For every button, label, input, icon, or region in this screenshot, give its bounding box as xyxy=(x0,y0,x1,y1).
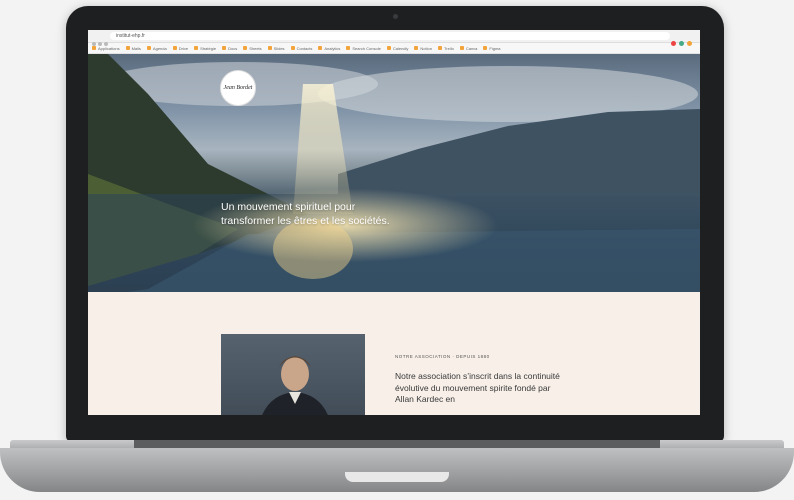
bookmark-label: Calendly xyxy=(392,45,409,51)
browser-toolbar: institut-ehp.fr xyxy=(88,30,700,46)
bookmark-label: Canva xyxy=(465,45,478,51)
portrait-image xyxy=(262,356,328,415)
bookmark-label: Mails xyxy=(131,45,141,51)
bookmark-label: Figma xyxy=(489,45,501,51)
bookmark-item[interactable]: Stratégie xyxy=(194,46,216,51)
bookmark-icon xyxy=(318,46,323,50)
bookmark-icon xyxy=(414,46,419,50)
bookmark-item[interactable]: Calendly xyxy=(386,45,409,51)
bookmark-item[interactable]: Search Console xyxy=(346,45,381,51)
webcam xyxy=(393,14,398,19)
bookmark-item[interactable]: Slides xyxy=(267,45,285,51)
bookmark-item[interactable]: Contacts xyxy=(290,45,313,51)
extension-icons[interactable] xyxy=(668,33,692,51)
window-controls[interactable] xyxy=(92,33,110,51)
bookmark-item[interactable]: Docs xyxy=(222,46,237,51)
bookmark-icon xyxy=(222,46,227,50)
section-paragraph: Notre association s’inscrit dans la cont… xyxy=(395,371,560,404)
hero-landscape xyxy=(88,54,700,292)
bookmark-item[interactable]: Trello xyxy=(437,45,454,51)
bookmark-icon xyxy=(483,46,488,50)
bookmark-icon xyxy=(267,46,272,50)
intro-section: NOTRE ASSOCIATION · DEPUIS 1880 Notre as… xyxy=(88,292,700,415)
bookmark-icon xyxy=(194,46,199,50)
address-bar[interactable]: institut-ehp.fr xyxy=(110,32,670,40)
bookmark-item[interactable]: Agenda xyxy=(146,45,167,51)
bookmark-icon xyxy=(125,46,130,50)
laptop-base xyxy=(0,448,794,492)
bookmark-icon xyxy=(459,46,464,50)
bookmark-label: Analytics xyxy=(324,45,341,51)
bookmark-label: Trello xyxy=(443,45,454,51)
bookmark-icon xyxy=(386,46,391,50)
bookmark-item[interactable]: Analytics xyxy=(318,46,340,51)
screen: institut-ehp.fr Applications Mails Agenda D… xyxy=(88,30,700,415)
bookmark-label: Search Console xyxy=(352,45,381,51)
bookmark-label: Drive xyxy=(178,45,189,51)
bookmark-item[interactable]: Drive xyxy=(172,45,189,51)
bookmark-item[interactable]: Figma xyxy=(483,45,501,51)
bookmark-icon xyxy=(146,46,151,50)
bookmarks-bar: Applications Mails Agenda Drive Stratégie Doc… xyxy=(88,43,700,54)
hero-headline: Un mouvement spirituel pour transformer … xyxy=(221,201,390,227)
bookmark-item[interactable]: Notion xyxy=(414,46,432,51)
bookmark-label: Slides xyxy=(273,45,285,51)
bookmark-icon xyxy=(172,46,177,50)
bookmark-icon xyxy=(243,46,248,50)
bookmark-label: Notion xyxy=(420,45,432,51)
bookmark-label: Contacts xyxy=(296,45,313,51)
bookmark-label: Agenda xyxy=(152,45,167,51)
bookmark-item[interactable]: Sheets xyxy=(243,45,262,51)
bookmark-icon xyxy=(346,46,351,50)
bookmark-icon xyxy=(290,46,295,50)
bookmark-label: Docs xyxy=(228,45,238,51)
bookmark-label: Sheets xyxy=(249,45,262,51)
bookmark-label: Stratégie xyxy=(200,45,217,51)
section-kicker: NOTRE ASSOCIATION · DEPUIS 1880 xyxy=(395,354,490,359)
bookmark-item[interactable]: Canva xyxy=(459,45,478,51)
site-logo[interactable]: Jean Bordet xyxy=(220,70,256,106)
founder-portrait xyxy=(221,334,365,415)
hero-banner: Jean Bordet Un mouvement spirituel pour … xyxy=(88,54,700,292)
opening-notch xyxy=(345,472,449,482)
bookmark-icon xyxy=(437,46,442,50)
bookmark-item[interactable]: Mails xyxy=(125,45,141,51)
